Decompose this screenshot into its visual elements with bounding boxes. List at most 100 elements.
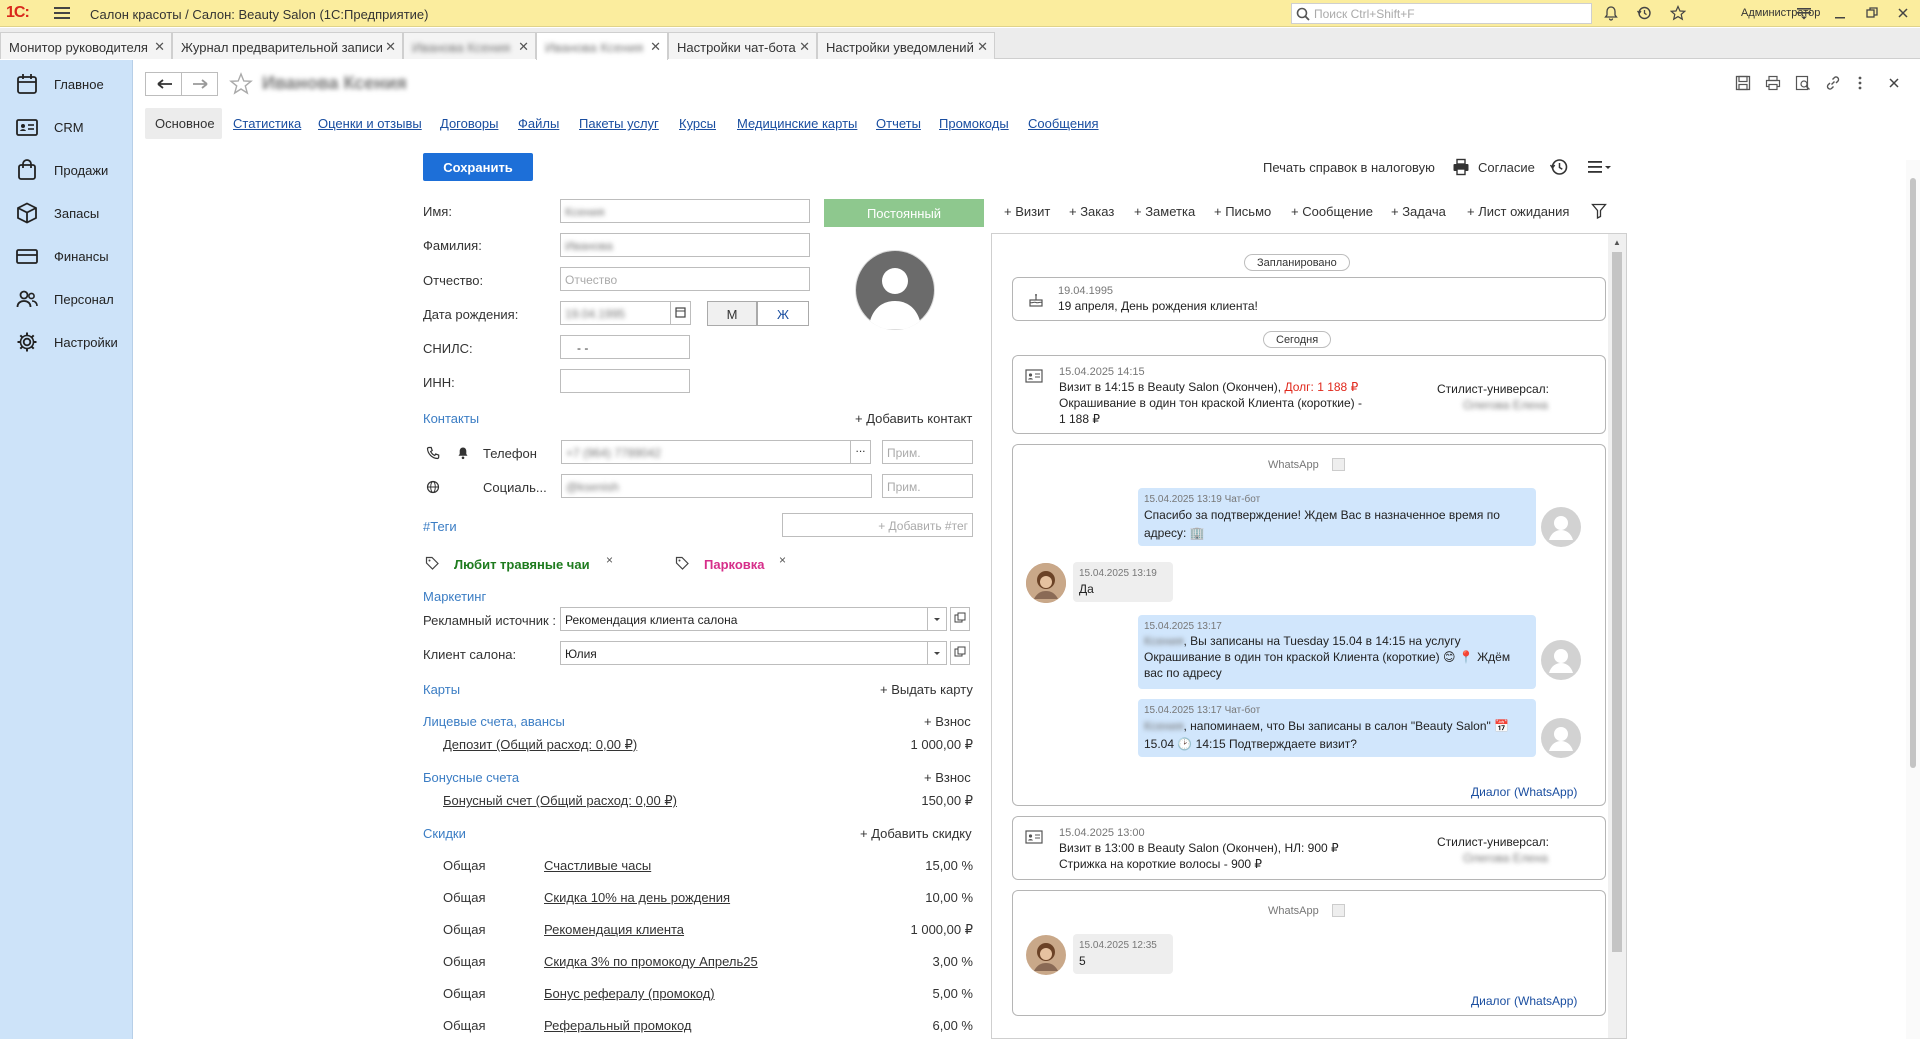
whatsapp-dialog-card[interactable]: WhatsApp 15.04.2025 13:19 Чат-бот Спасиб… <box>1012 444 1606 806</box>
client-activity-feed[interactable]: ▲ Запланировано 19.04.1995 19 апреля, Де… <box>991 233 1627 1039</box>
visit-event-card[interactable]: 15.04.2025 14:15 Визит в 14:15 в Beauty … <box>1012 355 1606 434</box>
add-contact-link[interactable]: + Добавить контакт <box>855 411 972 426</box>
discount-name[interactable]: Рекомендация клиента <box>544 922 684 937</box>
subtab-reviews[interactable]: Оценки и отзывы <box>318 116 422 131</box>
sidebar-item-inventory[interactable]: Запасы <box>0 193 133 233</box>
tab-client-1[interactable]: Иванова Ксения ✕ <box>403 32 536 59</box>
bonus-account-link[interactable]: Бонусный счет (Общий расход: 0,00 ₽) <box>443 793 677 809</box>
discount-name[interactable]: Бонус рефералу (промокод) <box>544 986 715 1001</box>
tab-client-2[interactable]: Иванова Ксения ✕ <box>536 32 668 60</box>
save-button[interactable]: Сохранить <box>423 153 533 181</box>
subtab-reports[interactable]: Отчеты <box>876 116 921 131</box>
add-discount-link[interactable]: + Добавить скидку <box>860 826 972 841</box>
discount-name[interactable]: Реферальный промокод <box>544 1018 692 1033</box>
subtab-messages[interactable]: Сообщения <box>1028 116 1099 131</box>
sidebar-item-settings[interactable]: Настройки <box>0 322 133 362</box>
bonus-deposit-link[interactable]: + Взнос <box>924 770 971 785</box>
page-scrollbar[interactable] <box>1906 160 1920 1039</box>
scroll-up-icon[interactable]: ▲ <box>1613 238 1621 247</box>
save-disk-icon[interactable] <box>1735 75 1751 91</box>
salon-client-select[interactable]: Юлия <box>560 641 928 665</box>
tab-close-icon[interactable]: ✕ <box>154 39 165 55</box>
tab-booking-journal[interactable]: Журнал предварительной записи ✕ <box>172 32 403 59</box>
birthday-event-card[interactable]: 19.04.1995 19 апреля, День рождения клие… <box>1012 277 1606 321</box>
subtab-service-packages[interactable]: Пакеты услуг <box>579 116 659 131</box>
chat-channel-checkbox[interactable] <box>1332 458 1345 471</box>
print-icon[interactable] <box>1765 75 1781 91</box>
chat-channel-checkbox[interactable] <box>1332 904 1345 917</box>
whatsapp-dialog-card[interactable]: WhatsApp 15.04.2025 12:35 5 Диалог (What… <box>1012 890 1606 1016</box>
close-window-icon[interactable] <box>1897 7 1909 19</box>
feed-scrollbar[interactable]: ▲ <box>1608 234 1626 1038</box>
calendar-picker-button[interactable] <box>671 301 691 325</box>
gender-female-toggle[interactable]: Ж <box>757 301 809 326</box>
subtab-main[interactable]: Основное <box>145 108 222 139</box>
star-icon[interactable] <box>1670 5 1686 21</box>
add-order-action[interactable]: + Заказ <box>1069 204 1114 219</box>
bell-icon[interactable] <box>1603 5 1619 21</box>
salon-client-dropdown-icon[interactable] <box>928 641 947 665</box>
gender-male-toggle[interactable]: М <box>707 301 757 326</box>
add-note-action[interactable]: + Заметка <box>1134 204 1195 219</box>
account-deposit-link[interactable]: + Взнос <box>924 714 971 729</box>
phone-input[interactable]: +7 (964) 7789042 <box>561 440 851 464</box>
tab-manager-monitor[interactable]: Монитор руководителя ✕ <box>0 32 172 59</box>
patronymic-input[interactable]: Отчество <box>560 267 810 291</box>
ad-source-dropdown-icon[interactable] <box>928 607 947 631</box>
sidebar-item-staff[interactable]: Персонал <box>0 279 133 319</box>
surname-input[interactable]: Иванова <box>560 233 810 257</box>
forward-button[interactable] <box>181 72 218 96</box>
visit-event-card[interactable]: 15.04.2025 13:00 Визит в 13:00 в Beauty … <box>1012 816 1606 880</box>
name-input[interactable]: Ксения <box>560 199 810 223</box>
remove-tag-icon[interactable]: × <box>606 553 613 567</box>
history-clock-icon[interactable] <box>1549 157 1569 177</box>
open-whatsapp-dialog-link[interactable]: Диалог (WhatsApp) <box>1471 785 1577 799</box>
snils-input[interactable]: - - <box>560 335 690 359</box>
consent-button[interactable]: Согласие <box>1478 160 1535 175</box>
add-letter-action[interactable]: + Письмо <box>1214 204 1271 219</box>
restore-icon[interactable] <box>1866 7 1878 19</box>
discount-name[interactable]: Счастливые часы <box>544 858 651 873</box>
page-scroll-thumb[interactable] <box>1910 178 1916 768</box>
sidebar-item-crm[interactable]: CRM <box>0 107 133 147</box>
tab-close-icon[interactable]: ✕ <box>799 39 810 55</box>
ad-source-select[interactable]: Рекомендация клиента салона <box>560 607 928 631</box>
add-task-action[interactable]: + Задача <box>1391 204 1446 219</box>
birthdate-input[interactable]: 19.04.1995 <box>560 301 671 325</box>
social-note-input[interactable]: Прим. <box>882 474 973 498</box>
subtab-courses[interactable]: Курсы <box>679 116 716 131</box>
issue-card-link[interactable]: + Выдать карту <box>880 682 973 697</box>
tab-chatbot-settings[interactable]: Настройки чат-бота ✕ <box>668 32 817 59</box>
tag-label[interactable]: Парковка <box>704 557 765 572</box>
more-vertical-icon[interactable] <box>1857 75 1863 91</box>
global-search-input[interactable]: Поиск Ctrl+Shift+F <box>1291 3 1592 24</box>
settings-menu-icon[interactable] <box>1796 5 1812 21</box>
notification-bell-icon[interactable] <box>456 446 470 460</box>
add-visit-action[interactable]: + Визит <box>1004 204 1050 219</box>
client-avatar[interactable] <box>855 250 935 330</box>
history-icon[interactable] <box>1636 5 1652 21</box>
subtab-contracts[interactable]: Договоры <box>440 116 498 131</box>
remove-tag-icon[interactable]: × <box>779 553 786 567</box>
deposit-account-link[interactable]: Депозит (Общий расход: 0,00 ₽) <box>443 737 637 753</box>
main-menu-icon[interactable] <box>54 6 70 20</box>
add-tag-input[interactable]: + Добавить #тег <box>782 513 973 537</box>
feed-scroll-thumb[interactable] <box>1612 252 1622 952</box>
tag-label[interactable]: Любит травяные чаи <box>454 557 590 572</box>
link-icon[interactable] <box>1825 75 1841 91</box>
preview-icon[interactable] <box>1795 75 1811 91</box>
tab-close-icon[interactable]: ✕ <box>977 39 988 55</box>
salon-client-open-icon[interactable] <box>950 641 970 665</box>
sidebar-item-sales[interactable]: Продажи <box>0 150 133 190</box>
tab-close-icon[interactable]: ✕ <box>518 39 529 55</box>
subtab-medical-cards[interactable]: Медицинские карты <box>737 116 857 131</box>
favorite-star-icon[interactable] <box>229 72 253 96</box>
close-form-icon[interactable] <box>1888 77 1900 89</box>
phone-more-button[interactable]: ... <box>851 440 871 464</box>
discount-name[interactable]: Скидка 10% на день рождения <box>544 890 730 905</box>
add-message-action[interactable]: + Сообщение <box>1291 204 1373 219</box>
social-input[interactable]: @ksenish <box>561 474 872 498</box>
tab-notification-settings[interactable]: Настройки уведомлений ✕ <box>817 32 995 59</box>
ad-source-open-icon[interactable] <box>950 607 970 631</box>
filter-icon[interactable] <box>1591 203 1607 219</box>
